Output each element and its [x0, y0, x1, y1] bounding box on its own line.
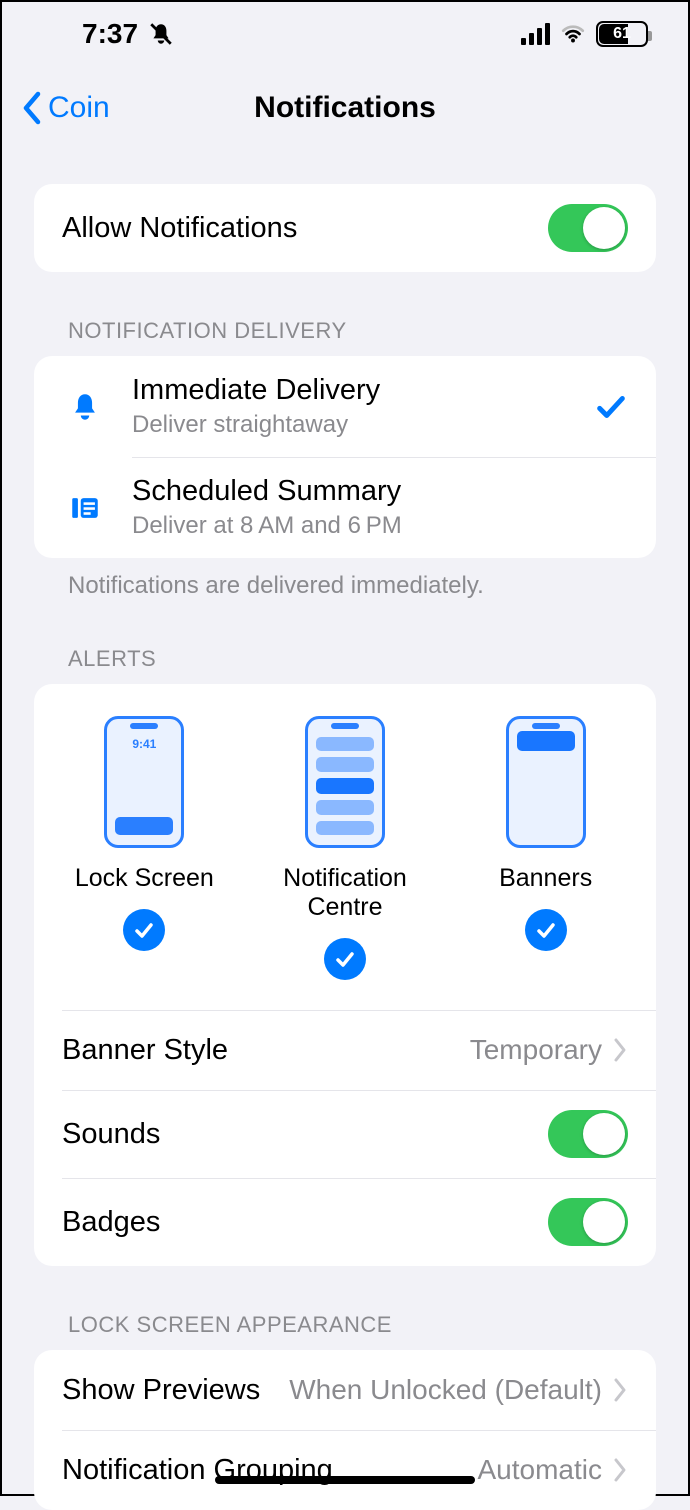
show-previews-label: Show Previews — [62, 1374, 289, 1407]
allow-notifications-label: Allow Notifications — [62, 212, 548, 245]
delivery-scheduled[interactable]: Scheduled Summary Deliver at 8 AM and 6 … — [34, 457, 656, 558]
show-previews-row[interactable]: Show Previews When Unlocked (Default) — [34, 1350, 656, 1430]
badges-label: Badges — [62, 1206, 548, 1239]
battery-icon: 61 — [596, 21, 648, 47]
alert-lockscreen-check[interactable] — [123, 909, 165, 951]
allow-notifications-toggle[interactable] — [548, 204, 628, 252]
delivery-footer: Notifications are delivered immediately. — [34, 558, 656, 600]
clock: 7:37 — [82, 18, 138, 50]
summary-icon — [56, 491, 114, 525]
centre-preview-icon — [305, 716, 385, 848]
notification-grouping-row[interactable]: Notification Grouping Automatic — [34, 1430, 656, 1510]
alerts-previews: 9:41 Lock Screen Notification Centre — [34, 684, 656, 1010]
sounds-row[interactable]: Sounds — [34, 1090, 656, 1178]
alerts-header: ALERTS — [34, 600, 656, 684]
page-title: Notifications — [254, 91, 436, 125]
alert-centre-label: Notification Centre — [250, 864, 440, 922]
allow-notifications-row[interactable]: Allow Notifications — [34, 184, 656, 272]
alert-lockscreen[interactable]: 9:41 Lock Screen — [49, 716, 239, 951]
delivery-header: NOTIFICATION DELIVERY — [34, 272, 656, 356]
banner-style-value: Temporary — [470, 1034, 602, 1066]
lockscreen-header: LOCK SCREEN APPEARANCE — [34, 1266, 656, 1350]
delivery-immediate-title: Immediate Delivery — [132, 374, 594, 407]
back-label: Coin — [48, 91, 110, 125]
home-indicator[interactable] — [215, 1476, 475, 1484]
checkmark-icon — [594, 390, 628, 424]
banner-style-label: Banner Style — [62, 1034, 470, 1067]
bell-icon — [56, 390, 114, 424]
alert-banners[interactable]: Banners — [451, 716, 641, 951]
delivery-scheduled-sub: Deliver at 8 AM and 6 PM — [132, 512, 628, 540]
sounds-label: Sounds — [62, 1118, 548, 1151]
cellular-icon — [521, 23, 550, 45]
chevron-right-icon — [612, 1377, 628, 1403]
alert-notification-centre[interactable]: Notification Centre — [250, 716, 440, 980]
chevron-left-icon — [20, 90, 44, 126]
delivery-immediate[interactable]: Immediate Delivery Deliver straightaway — [34, 356, 656, 457]
delivery-immediate-sub: Deliver straightaway — [132, 411, 594, 439]
chevron-right-icon — [612, 1037, 628, 1063]
badges-toggle[interactable] — [548, 1198, 628, 1246]
silent-icon — [148, 21, 174, 47]
nav-bar: Coin Notifications — [2, 72, 688, 144]
badges-row[interactable]: Badges — [34, 1178, 656, 1266]
sounds-toggle[interactable] — [548, 1110, 628, 1158]
alert-banners-check[interactable] — [525, 909, 567, 951]
banner-style-row[interactable]: Banner Style Temporary — [34, 1010, 656, 1090]
banners-preview-icon — [506, 716, 586, 848]
status-bar: 7:37 61 — [2, 2, 688, 66]
lockscreen-preview-icon: 9:41 — [104, 716, 184, 848]
alert-lockscreen-label: Lock Screen — [75, 864, 214, 893]
alert-banners-label: Banners — [499, 864, 592, 893]
notification-grouping-value: Automatic — [478, 1454, 603, 1486]
back-button[interactable]: Coin — [20, 72, 110, 144]
show-previews-value: When Unlocked (Default) — [289, 1374, 602, 1406]
delivery-scheduled-title: Scheduled Summary — [132, 475, 628, 508]
alert-centre-check[interactable] — [324, 938, 366, 980]
chevron-right-icon — [612, 1457, 628, 1483]
wifi-icon — [560, 21, 586, 47]
